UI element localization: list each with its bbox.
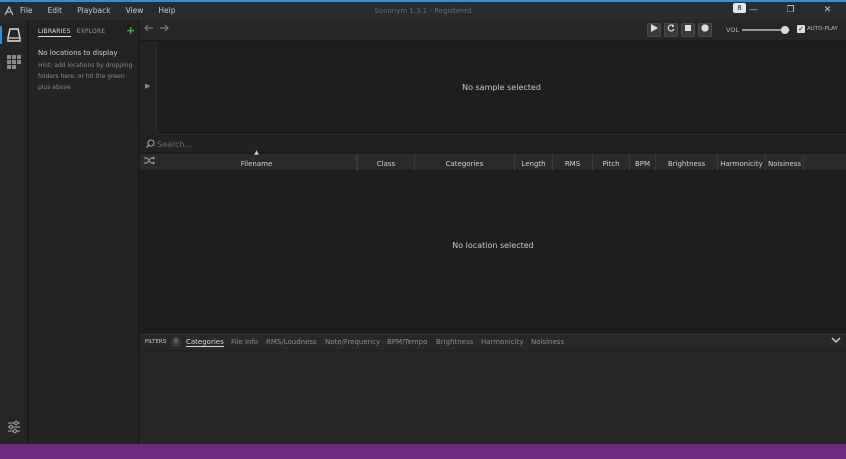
- filter-tab-rms-loudness[interactable]: RMS/Loudness: [266, 338, 317, 346]
- col-bpm[interactable]: BPM: [630, 154, 656, 171]
- grid-icon[interactable]: [6, 54, 22, 70]
- history-nav: [144, 23, 169, 36]
- autoplay-toggle[interactable]: ✓ AUTO-PLAY: [797, 25, 838, 33]
- toolbar: VOL ✓ AUTO-PLAY: [140, 20, 846, 41]
- col-rms[interactable]: RMS: [553, 154, 593, 171]
- minimize-button[interactable]: —: [735, 2, 772, 20]
- filter-tab-bpm-tempo[interactable]: BPM/Tempo: [387, 338, 427, 346]
- search-icon: [146, 139, 155, 150]
- filter-tab-brightness[interactable]: Brightness: [436, 338, 473, 346]
- filter-tab-categories[interactable]: Categories: [186, 338, 224, 347]
- col-pitch[interactable]: Pitch: [593, 154, 630, 171]
- filter-tab-file-info[interactable]: File Info: [231, 338, 258, 346]
- volume-fill: [742, 29, 786, 31]
- list-empty-message: No location selected: [452, 241, 534, 250]
- loop-button[interactable]: [664, 23, 678, 37]
- library-tabs: LIBRARIES EXPLORE: [38, 28, 105, 37]
- library-drive-icon[interactable]: [6, 27, 22, 43]
- record-button[interactable]: [698, 23, 712, 37]
- window-title: Sononym 1.3.1 - Registered: [374, 7, 472, 15]
- col-categories[interactable]: Categories: [415, 154, 515, 171]
- filter-tab-note-frequency[interactable]: Note/Frequency: [325, 338, 380, 346]
- tab-libraries[interactable]: LIBRARIES: [38, 28, 71, 37]
- preview-expand-toggle[interactable]: ▶: [140, 42, 157, 135]
- volume-label: VOL: [726, 26, 740, 34]
- waveform-preview: ▶ No sample selected: [140, 42, 846, 135]
- table-header: ▲ Filename Class Categories Length RMS P…: [140, 149, 846, 171]
- col-class[interactable]: Class: [357, 154, 415, 171]
- col-noisiness[interactable]: Noisiness: [766, 154, 804, 171]
- activity-bar: [0, 20, 28, 444]
- filters-count-badge: 0: [171, 337, 181, 347]
- filter-tab-harmonicity[interactable]: Harmonicity: [481, 338, 523, 346]
- play-triangle-icon: ▶: [145, 82, 151, 90]
- play-button[interactable]: [647, 23, 661, 37]
- active-indicator: [0, 26, 2, 44]
- close-button[interactable]: ✕: [809, 2, 846, 20]
- preview-empty-message: No sample selected: [462, 83, 541, 92]
- status-bar: [0, 444, 846, 459]
- window-controls: — ❐ ✕: [735, 2, 846, 20]
- col-filename[interactable]: ▲ Filename: [157, 149, 357, 171]
- chevron-down-icon[interactable]: [831, 336, 841, 347]
- col-length[interactable]: Length: [515, 154, 553, 171]
- filter-panel: [140, 351, 846, 444]
- stop-button[interactable]: [681, 23, 695, 37]
- volume-knob[interactable]: [781, 26, 790, 34]
- filters-bar: FILTERS 0 Categories File Info RMS/Loudn…: [140, 334, 846, 350]
- back-arrow-icon[interactable]: [144, 23, 154, 36]
- filters-title: FILTERS: [145, 339, 167, 345]
- forward-arrow-icon[interactable]: [159, 23, 169, 36]
- filter-tab-noisiness[interactable]: Noisiness: [531, 338, 564, 346]
- empty-locations-hint: Hint: add locations by dropping folders …: [38, 62, 133, 91]
- empty-locations-title: No locations to display: [38, 49, 118, 57]
- col-harmonicity[interactable]: Harmonicity: [718, 154, 766, 171]
- sort-up-icon: ▲: [254, 149, 259, 156]
- add-location-button[interactable]: +: [126, 24, 135, 37]
- sample-list: No location selected: [140, 172, 846, 333]
- tab-explore[interactable]: EXPLORE: [77, 28, 106, 37]
- restore-button[interactable]: ❐: [772, 2, 809, 20]
- shuffle-icon[interactable]: [144, 156, 155, 167]
- library-panel: LIBRARIES EXPLORE + No locations to disp…: [29, 20, 139, 444]
- settings-sliders-icon[interactable]: [6, 419, 22, 437]
- col-filename-label: Filename: [240, 160, 273, 168]
- autoplay-checkbox[interactable]: ✓: [797, 25, 805, 33]
- col-brightness[interactable]: Brightness: [656, 154, 718, 171]
- volume-slider[interactable]: [742, 26, 790, 34]
- autoplay-label: AUTO-PLAY: [807, 26, 838, 32]
- title-bar: File Edit Playback View Help Sononym 1.3…: [0, 0, 846, 20]
